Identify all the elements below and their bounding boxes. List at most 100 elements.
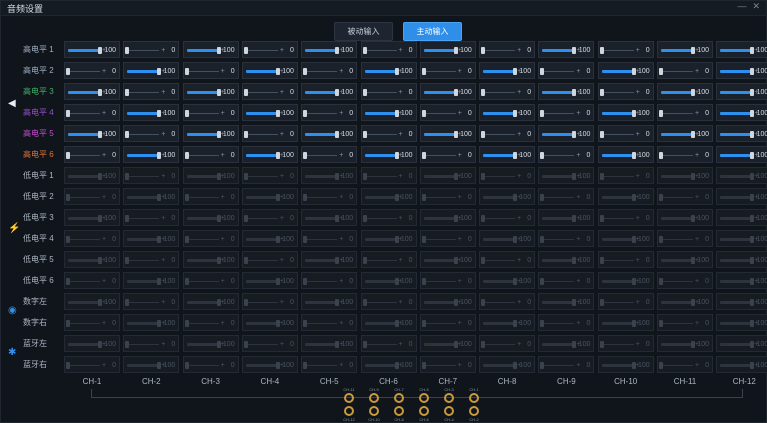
level-slider[interactable]: +100 <box>538 293 595 310</box>
level-slider[interactable]: +0 <box>657 188 713 205</box>
level-slider[interactable]: +100 <box>419 335 476 352</box>
level-slider[interactable]: +0 <box>301 104 358 121</box>
level-slider[interactable]: +100 <box>419 293 476 310</box>
slider-knob[interactable] <box>66 110 70 117</box>
plus-icon[interactable]: + <box>161 336 165 353</box>
close-button[interactable]: ✕ <box>752 1 760 12</box>
port-ring-icon[interactable] <box>444 406 454 416</box>
plus-icon[interactable]: + <box>576 105 580 122</box>
level-slider[interactable]: +0 <box>360 335 417 353</box>
slider-knob[interactable] <box>243 257 248 264</box>
level-slider[interactable]: +100 <box>241 188 298 205</box>
level-slider[interactable]: +100 <box>123 272 180 289</box>
level-slider[interactable]: +0 <box>538 146 595 163</box>
plus-icon[interactable]: + <box>339 315 343 332</box>
plus-icon[interactable]: + <box>280 84 284 101</box>
slider-knob[interactable] <box>303 68 308 75</box>
plus-icon[interactable]: + <box>399 84 403 101</box>
level-slider[interactable]: +100 <box>64 41 120 58</box>
level-slider[interactable]: +100 <box>301 335 358 352</box>
level-slider[interactable]: +100 <box>419 167 476 184</box>
level-slider[interactable]: +100 <box>123 62 180 79</box>
level-slider[interactable]: +0 <box>657 104 713 121</box>
level-slider[interactable]: +100 <box>597 356 654 373</box>
slider-knob[interactable] <box>599 341 604 348</box>
slider-knob[interactable] <box>243 89 248 96</box>
level-slider[interactable]: +100 <box>64 167 120 184</box>
plus-icon[interactable]: + <box>161 294 165 311</box>
slider-knob[interactable] <box>303 152 308 159</box>
level-slider[interactable]: +0 <box>479 41 536 58</box>
plus-icon[interactable]: + <box>221 63 225 80</box>
plus-icon[interactable]: + <box>102 357 106 374</box>
slider-knob[interactable] <box>125 47 130 54</box>
plus-icon[interactable]: + <box>636 210 640 227</box>
level-slider[interactable]: +100 <box>360 314 417 331</box>
level-slider[interactable]: +0 <box>360 167 417 185</box>
slider-knob[interactable] <box>125 173 130 180</box>
level-slider[interactable]: +100 <box>479 314 536 331</box>
level-slider[interactable]: +100 <box>716 167 767 184</box>
level-slider[interactable]: +100 <box>360 356 417 373</box>
slider-knob[interactable] <box>184 194 189 201</box>
level-slider[interactable]: +100 <box>182 335 239 352</box>
port-ring-icon[interactable] <box>344 406 354 416</box>
port-ring-icon[interactable] <box>394 406 404 416</box>
level-slider[interactable]: +100 <box>538 251 595 268</box>
level-slider[interactable]: +0 <box>538 104 595 122</box>
slider-knob[interactable] <box>421 152 426 159</box>
level-slider[interactable]: +100 <box>716 293 767 310</box>
plus-icon[interactable]: + <box>102 273 106 290</box>
plus-icon[interactable]: + <box>399 336 403 353</box>
level-slider[interactable]: +100 <box>301 167 358 184</box>
slider-knob[interactable] <box>125 131 130 138</box>
level-slider[interactable]: +0 <box>479 335 536 353</box>
slider-knob[interactable] <box>66 236 70 243</box>
level-slider[interactable]: +100 <box>479 188 536 205</box>
level-slider[interactable]: +100 <box>538 41 595 58</box>
slider-knob[interactable] <box>243 215 248 222</box>
plus-icon[interactable]: + <box>636 336 640 353</box>
level-slider[interactable]: +100 <box>657 293 713 310</box>
slider-knob[interactable] <box>481 299 486 306</box>
slider-knob[interactable] <box>599 215 604 222</box>
slider-knob[interactable] <box>184 362 189 369</box>
level-slider[interactable]: +100 <box>123 356 180 373</box>
level-slider[interactable]: +100 <box>64 125 120 142</box>
plus-icon[interactable]: + <box>102 189 106 206</box>
level-slider[interactable]: +0 <box>419 272 476 290</box>
slider-knob[interactable] <box>362 89 367 96</box>
level-slider[interactable]: +100 <box>64 293 120 310</box>
plus-icon[interactable]: + <box>399 168 403 185</box>
level-slider[interactable]: +0 <box>419 356 476 373</box>
slider-knob[interactable] <box>243 47 248 54</box>
level-slider[interactable]: +0 <box>360 293 417 310</box>
plus-icon[interactable]: + <box>221 147 225 164</box>
slider-knob[interactable] <box>659 362 663 369</box>
level-slider[interactable]: +0 <box>123 251 180 268</box>
plus-icon[interactable]: + <box>339 63 343 80</box>
plus-icon[interactable]: + <box>517 336 521 353</box>
plus-icon[interactable]: + <box>458 273 462 290</box>
plus-icon[interactable]: + <box>221 357 225 374</box>
plus-icon[interactable]: + <box>280 294 284 311</box>
slider-knob[interactable] <box>125 257 130 264</box>
level-slider[interactable]: +0 <box>657 272 713 289</box>
level-slider[interactable]: +0 <box>123 335 180 353</box>
slider-knob[interactable] <box>303 236 308 243</box>
plus-icon[interactable]: + <box>695 147 699 164</box>
level-slider[interactable]: +0 <box>301 272 358 289</box>
level-slider[interactable]: +100 <box>597 230 654 247</box>
level-slider[interactable]: +0 <box>241 251 298 268</box>
level-slider[interactable]: +0 <box>301 314 358 332</box>
level-slider[interactable]: +0 <box>597 293 654 310</box>
slider-knob[interactable] <box>421 110 426 117</box>
slider-knob[interactable] <box>66 152 70 159</box>
level-slider[interactable]: +0 <box>301 356 358 373</box>
slider-knob[interactable] <box>184 236 189 243</box>
level-slider[interactable]: +0 <box>360 41 417 58</box>
level-slider[interactable]: +100 <box>657 251 713 268</box>
plus-icon[interactable]: + <box>221 231 225 248</box>
slider-knob[interactable] <box>303 362 308 369</box>
level-slider[interactable]: +100 <box>419 41 476 58</box>
